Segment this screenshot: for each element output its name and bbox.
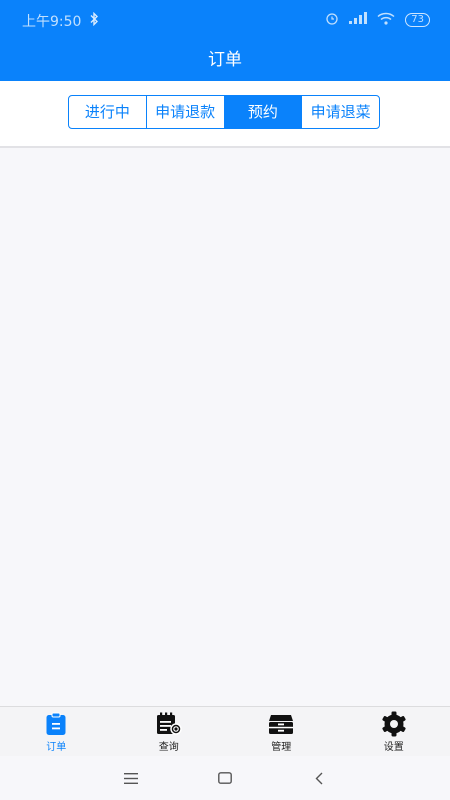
calendar-search-icon [155, 711, 183, 737]
nav-manage[interactable]: 管理 [225, 707, 338, 757]
segmented-control: 进行中 申请退款 预约 申请退菜 [68, 95, 380, 129]
tab-refund-request[interactable]: 申请退款 [147, 96, 225, 128]
bottom-tab-bar: 订单 查询 管理 设置 [0, 706, 450, 757]
nav-query[interactable]: 查询 [113, 707, 226, 757]
status-bar: 上午9:50 73 [0, 0, 450, 40]
header: 订单 [0, 40, 450, 81]
battery-icon: 73 [405, 13, 430, 27]
nav-settings-label: 设置 [383, 742, 404, 753]
nav-manage-label: 管理 [271, 742, 292, 753]
nav-query-label: 查询 [158, 742, 179, 753]
gear-icon [380, 711, 408, 737]
bluetooth-icon [89, 11, 99, 30]
home-icon[interactable] [213, 766, 237, 790]
system-nav-bar [0, 756, 450, 800]
back-icon[interactable] [307, 766, 331, 790]
tabs-bar: 进行中 申请退款 预约 申请退菜 [0, 81, 450, 148]
tab-in-progress[interactable]: 进行中 [69, 96, 147, 128]
cabinet-icon [267, 711, 295, 737]
alarm-icon [325, 11, 339, 29]
content-area [0, 148, 450, 706]
wifi-icon [377, 12, 395, 29]
status-time: 上午9:50 [22, 14, 82, 30]
battery-level: 73 [411, 14, 424, 25]
signal-icon [349, 12, 368, 28]
nav-settings[interactable]: 设置 [338, 707, 450, 757]
menu-icon[interactable] [119, 766, 143, 790]
nav-orders-label: 订单 [46, 742, 67, 753]
page-title: 订单 [208, 50, 242, 70]
clipboard-icon [42, 711, 70, 737]
tab-reservation[interactable]: 预约 [224, 96, 303, 128]
nav-orders[interactable]: 订单 [0, 707, 113, 757]
tab-dish-return-request[interactable]: 申请退菜 [302, 96, 379, 128]
